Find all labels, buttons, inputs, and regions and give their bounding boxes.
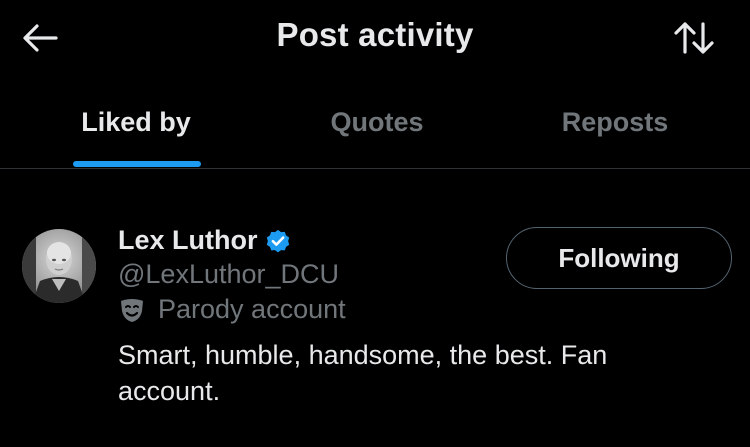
tab-liked-by[interactable]: Liked by xyxy=(0,90,272,168)
display-name[interactable]: Lex Luthor xyxy=(118,225,258,256)
theater-mask-icon xyxy=(118,296,146,324)
tab-reposts[interactable]: Reposts xyxy=(490,90,740,168)
back-button[interactable] xyxy=(18,18,62,58)
user-handle[interactable]: @LexLuthor_DCU xyxy=(118,259,339,290)
sort-button[interactable] xyxy=(668,16,720,60)
arrow-left-icon xyxy=(23,24,58,52)
top-bar: Post activity xyxy=(0,0,750,76)
tab-quotes[interactable]: Quotes xyxy=(252,90,502,168)
following-button[interactable]: Following xyxy=(506,227,732,289)
parody-account-label: Parody account xyxy=(158,294,346,324)
avatar[interactable] xyxy=(22,229,96,303)
name-line: Lex Luthor xyxy=(118,225,292,256)
profile-photo xyxy=(22,229,96,303)
page-title: Post activity xyxy=(276,16,474,53)
parody-label-row: Parody account xyxy=(118,294,346,325)
verified-badge-icon xyxy=(264,227,292,255)
user-bio: Smart, humble, handsome, the best. Fan a… xyxy=(118,340,608,406)
tab-bar: Liked by Quotes Reposts xyxy=(0,90,750,168)
tab-label: Quotes xyxy=(330,107,424,137)
sort-arrows-icon xyxy=(674,22,714,54)
tab-label: Liked by xyxy=(81,107,191,137)
user-list-item[interactable]: Lex Luthor @LexLuthor_DCU Parody account… xyxy=(0,169,750,447)
active-tab-indicator xyxy=(73,161,201,167)
tab-label: Reposts xyxy=(561,107,669,137)
